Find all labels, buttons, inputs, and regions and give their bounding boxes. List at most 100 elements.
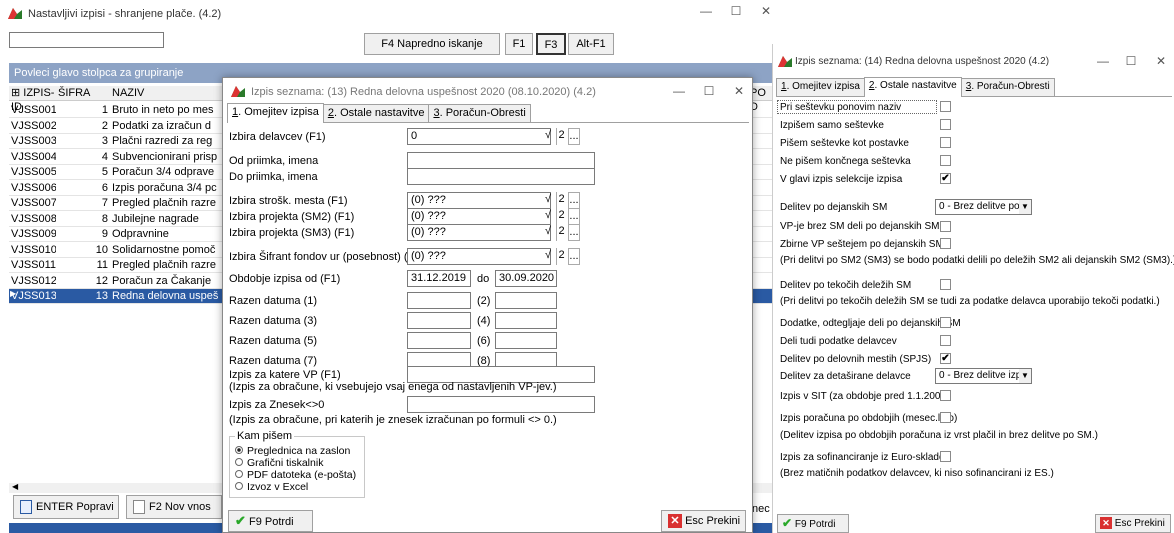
- euro-checkbox[interactable]: [940, 451, 951, 462]
- razen-input[interactable]: [495, 332, 557, 349]
- f1-button[interactable]: F1: [505, 33, 533, 55]
- close-icon[interactable]: ✕: [754, 0, 778, 22]
- radio-option[interactable]: PDF datoteka (e-pošta): [235, 469, 356, 481]
- col-header-pod[interactable]: PO D: [750, 86, 770, 113]
- field-input[interactable]: (0) ???: [407, 208, 551, 225]
- esc-cancel-button[interactable]: ✕ Esc Prekini: [1095, 514, 1171, 533]
- deli-tudi-label: Deli tudi podatke delavcev: [780, 336, 897, 347]
- radio-label: PDF datoteka (e-pošta): [247, 469, 357, 481]
- note-obdobjih: (Delitev izpisa po obdobjih poračuna iz …: [780, 430, 1098, 441]
- obdobjih-checkbox[interactable]: [940, 412, 951, 423]
- f9-confirm-button[interactable]: ✔ F9 Potrdi: [777, 514, 849, 533]
- detas-select[interactable]: 0 - Brez delitve izpisa na Delo-Tu▼: [935, 368, 1032, 384]
- field-input[interactable]: [407, 152, 595, 169]
- checkmark-icon[interactable]: √: [542, 128, 554, 145]
- more-button[interactable]: ...: [568, 192, 580, 209]
- scroll-left-icon[interactable]: ◀: [12, 482, 18, 491]
- dodatke-checkbox[interactable]: [940, 317, 951, 328]
- sit-label: Izpis v SIT (za obdobje pred 1.1.2007): [780, 391, 950, 402]
- checkmark-icon[interactable]: √: [542, 192, 554, 209]
- setting-label: Ne pišem končnega seštevka: [780, 156, 911, 167]
- field-input[interactable]: (0) ???: [407, 224, 551, 241]
- checkmark-icon[interactable]: √: [542, 224, 554, 241]
- deli-tudi-checkbox[interactable]: [940, 335, 951, 346]
- field-input[interactable]: 0: [407, 128, 551, 145]
- cell-id: VJSS001: [11, 104, 56, 116]
- minimize-icon[interactable]: —: [667, 80, 691, 102]
- vp-brez-checkbox[interactable]: [940, 221, 951, 232]
- checkmark-icon: ✔: [235, 513, 246, 528]
- esc-cancel-button[interactable]: ✕ Esc Prekini: [661, 510, 746, 532]
- vp-note: (Izpis za obračune, ki vsebujejo vsaj en…: [229, 381, 557, 393]
- option-2-button[interactable]: 2: [556, 192, 566, 209]
- cell-id: VJSS006: [11, 181, 56, 194]
- razen-input[interactable]: [407, 292, 471, 309]
- radio-option[interactable]: Preglednica na zaslon: [235, 445, 350, 457]
- spjs-checkbox[interactable]: ✔: [940, 353, 951, 364]
- setting-checkbox[interactable]: ✔: [940, 173, 951, 184]
- tab-ostale[interactable]: 2. Ostale nastavitve: [863, 77, 962, 97]
- enter-edit-button[interactable]: ENTER Popravi: [13, 495, 119, 519]
- maximize-icon[interactable]: ☐: [724, 0, 748, 22]
- option-2-button[interactable]: 2: [556, 224, 566, 241]
- more-button[interactable]: ...: [568, 224, 580, 241]
- tab-poracun[interactable]: 3. Poračun-Obresti: [428, 104, 531, 122]
- razen-input[interactable]: [495, 292, 557, 309]
- setting-checkbox[interactable]: [940, 155, 951, 166]
- more-button[interactable]: ...: [568, 248, 580, 265]
- more-button[interactable]: ...: [568, 208, 580, 225]
- dodatke-label: Dodatke, odtegljaje deli po dejanskih SM: [780, 318, 961, 329]
- col-header-naziv[interactable]: NAZIV: [110, 86, 210, 100]
- col-header-id[interactable]: ⊞ IZPIS-ID: [9, 86, 56, 113]
- option-2-button[interactable]: 2: [556, 248, 566, 265]
- minimize-icon[interactable]: —: [1091, 50, 1115, 72]
- tab-poracun[interactable]: 3. Poračun-Obresti: [960, 78, 1055, 96]
- field-input[interactable]: (0) ???: [407, 248, 551, 265]
- tab-omejitev[interactable]: 1. Omejitev izpisa: [227, 103, 324, 123]
- app-logo-icon: [231, 86, 245, 97]
- more-button[interactable]: ...: [568, 128, 580, 145]
- setting-checkbox[interactable]: [940, 101, 951, 112]
- razen-input[interactable]: [407, 332, 471, 349]
- close-icon[interactable]: ✕: [727, 80, 751, 102]
- znesek-input[interactable]: [407, 396, 595, 413]
- field-label: Do priimka, imena: [229, 171, 318, 183]
- field-input[interactable]: [407, 168, 595, 185]
- cell-sifra: 12: [95, 274, 108, 287]
- checkmark-icon[interactable]: √: [542, 208, 554, 225]
- setting-checkbox[interactable]: [940, 137, 951, 148]
- razen-input[interactable]: [407, 312, 471, 329]
- maximize-icon[interactable]: ☐: [1119, 50, 1143, 72]
- alt-f1-button[interactable]: Alt-F1: [568, 33, 614, 55]
- field-label: Izbira Šifrant fondov ur (posebnost) (F1…: [229, 251, 425, 263]
- radio-option[interactable]: Izvoz v Excel: [235, 481, 308, 493]
- maximize-icon[interactable]: ☐: [697, 80, 721, 102]
- close-icon[interactable]: ✕: [1149, 50, 1173, 72]
- f9-confirm-button[interactable]: ✔ F9 Potrdi: [228, 510, 313, 532]
- setting-checkbox[interactable]: [940, 119, 951, 130]
- checkmark-icon[interactable]: √: [542, 248, 554, 265]
- row-pointer-icon: ▶: [10, 289, 17, 298]
- advanced-search-button[interactable]: F4 Napredno iskanje: [364, 33, 500, 55]
- razen-input[interactable]: [495, 312, 557, 329]
- f2-new-button[interactable]: F2 Nov vnos: [126, 495, 222, 519]
- sit-checkbox[interactable]: [940, 390, 951, 401]
- option-2-button[interactable]: 2: [556, 208, 566, 225]
- option-2-button[interactable]: 2: [556, 128, 566, 145]
- col-header-sifra[interactable]: ŠIFRA: [56, 86, 110, 100]
- tab-ostale[interactable]: 2. Ostale nastavitve: [322, 104, 430, 122]
- field-input[interactable]: (0) ???: [407, 192, 551, 209]
- zbirne-checkbox[interactable]: [940, 238, 951, 249]
- radio-selected-icon: [235, 446, 243, 454]
- minimize-icon[interactable]: —: [694, 0, 718, 22]
- tab-omejitev[interactable]: 1. Omejitev izpisa: [776, 78, 865, 96]
- tekoci-checkbox[interactable]: [940, 279, 951, 290]
- obdobje-od-input[interactable]: 31.12.2019: [407, 270, 471, 287]
- field-label: Izbira projekta (SM2) (F1): [229, 211, 355, 223]
- dialog-izpis-14: Izpis seznama: (14) Redna delovna uspešn…: [772, 44, 1174, 533]
- delitev-sm-select[interactable]: 0 - Brez delitve po dejanskih SM▼: [935, 199, 1032, 215]
- search-input[interactable]: [9, 32, 164, 48]
- f3-button[interactable]: F3: [536, 33, 566, 55]
- obdobje-do-input[interactable]: 30.09.2020: [495, 270, 557, 287]
- radio-option[interactable]: Grafični tiskalnik: [235, 457, 323, 469]
